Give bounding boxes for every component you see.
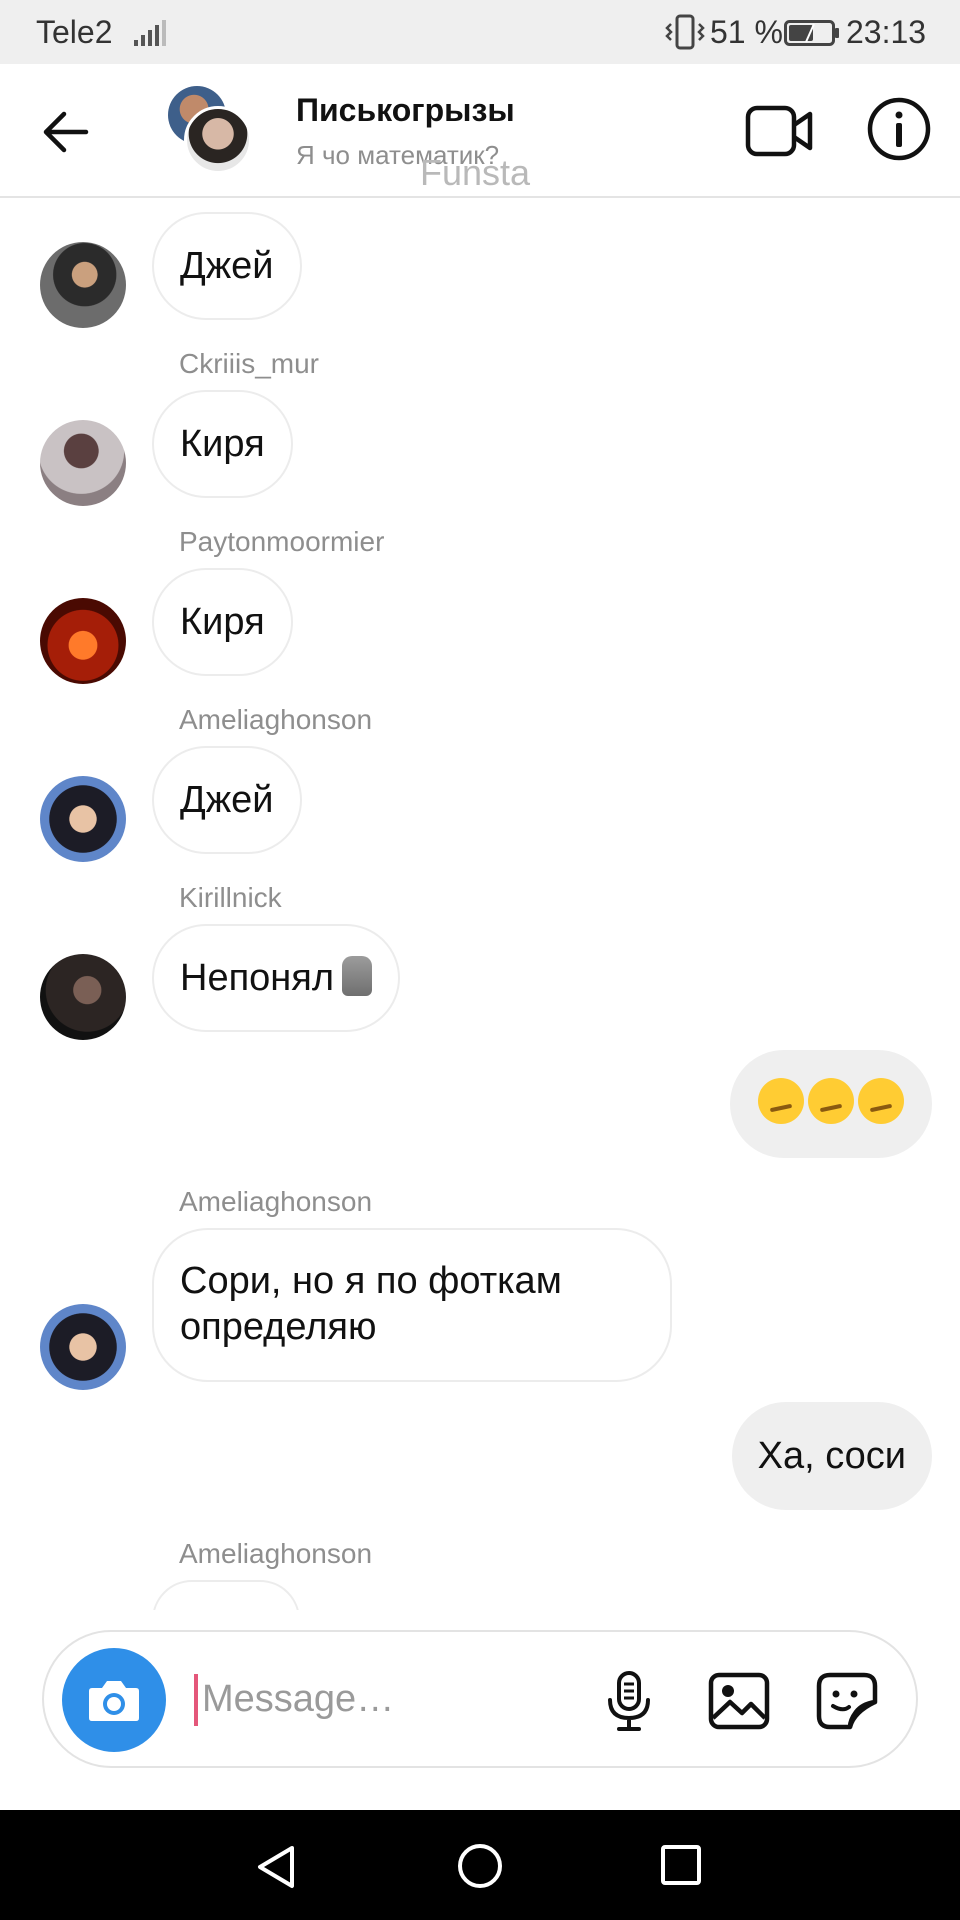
chat-header: Писькогрызы Я чо математик? Funsta — [0, 64, 960, 198]
video-camera-icon[interactable] — [744, 98, 814, 164]
smirking-face-icon — [758, 1078, 804, 1124]
image-icon[interactable] — [708, 1672, 770, 1730]
sender-name: Ameliaghonson — [179, 704, 373, 735]
sender-name: Ameliaghonson — [179, 1538, 373, 1569]
camera-icon — [89, 1681, 139, 1721]
sender-name: Ameliaghonson — [179, 1186, 373, 1217]
message-bubble[interactable]: Джей — [152, 746, 302, 854]
moai-emoji-icon — [342, 956, 373, 996]
message-bubble[interactable]: Киря — [152, 568, 293, 676]
sender-name: Ckriiis_mur — [179, 348, 319, 379]
sender-avatar[interactable] — [40, 1304, 126, 1390]
carrier-name: Tele2 — [36, 14, 113, 50]
sender-avatar[interactable] — [40, 242, 126, 328]
message-input[interactable] — [202, 1670, 592, 1728]
nav-home-icon[interactable] — [456, 1842, 504, 1890]
back-arrow-icon[interactable] — [36, 104, 96, 160]
group-member-avatar — [184, 106, 252, 174]
status-bar: Tele2 51 % 23:13 — [0, 0, 960, 64]
clock: 23:13 — [846, 14, 927, 50]
sender-name: Kirillnick — [179, 882, 282, 913]
vibrate-icon — [665, 14, 705, 50]
message-bubble-outgoing[interactable]: Ха, соси — [731, 1402, 932, 1510]
info-icon[interactable] — [866, 96, 932, 162]
smirking-face-icon — [808, 1078, 854, 1124]
sender-avatar[interactable] — [40, 598, 126, 684]
text-cursor — [194, 1674, 198, 1726]
camera-button[interactable] — [62, 1648, 166, 1752]
microphone-icon[interactable] — [602, 1670, 656, 1732]
smirking-face-icon — [858, 1078, 904, 1124]
message-bubble[interactable]: Сори, но я по фоткам определяю — [152, 1228, 672, 1382]
message-bubble[interactable]: Джей — [152, 212, 302, 320]
message-bubble[interactable]: Непонял — [152, 924, 401, 1032]
signal-icon — [134, 20, 166, 46]
watermark: Funsta — [420, 152, 531, 193]
message-bubble-outgoing[interactable] — [730, 1050, 932, 1158]
message-text: Непонял — [180, 957, 335, 999]
message-bubble[interactable] — [152, 1580, 300, 1610]
sender-avatar[interactable] — [40, 420, 126, 506]
sender-name: Paytonmoormier — [179, 526, 385, 557]
sticker-icon[interactable] — [816, 1672, 878, 1730]
message-composer — [42, 1630, 918, 1768]
battery-icon — [784, 20, 839, 46]
nav-recent-apps-icon[interactable] — [660, 1844, 702, 1886]
message-bubble[interactable]: Киря — [152, 390, 293, 498]
system-navigation-bar — [0, 1810, 960, 1920]
sender-avatar[interactable] — [40, 776, 126, 862]
battery-percent: 51 % — [710, 14, 783, 50]
sender-avatar[interactable] — [40, 954, 126, 1040]
message-list[interactable]: Джей Ckriiis_mur Киря Paytonmoormier Кир… — [0, 200, 960, 1610]
chat-title[interactable]: Писькогрызы — [296, 92, 515, 129]
group-avatar[interactable] — [164, 84, 254, 176]
nav-back-icon[interactable] — [254, 1844, 298, 1890]
